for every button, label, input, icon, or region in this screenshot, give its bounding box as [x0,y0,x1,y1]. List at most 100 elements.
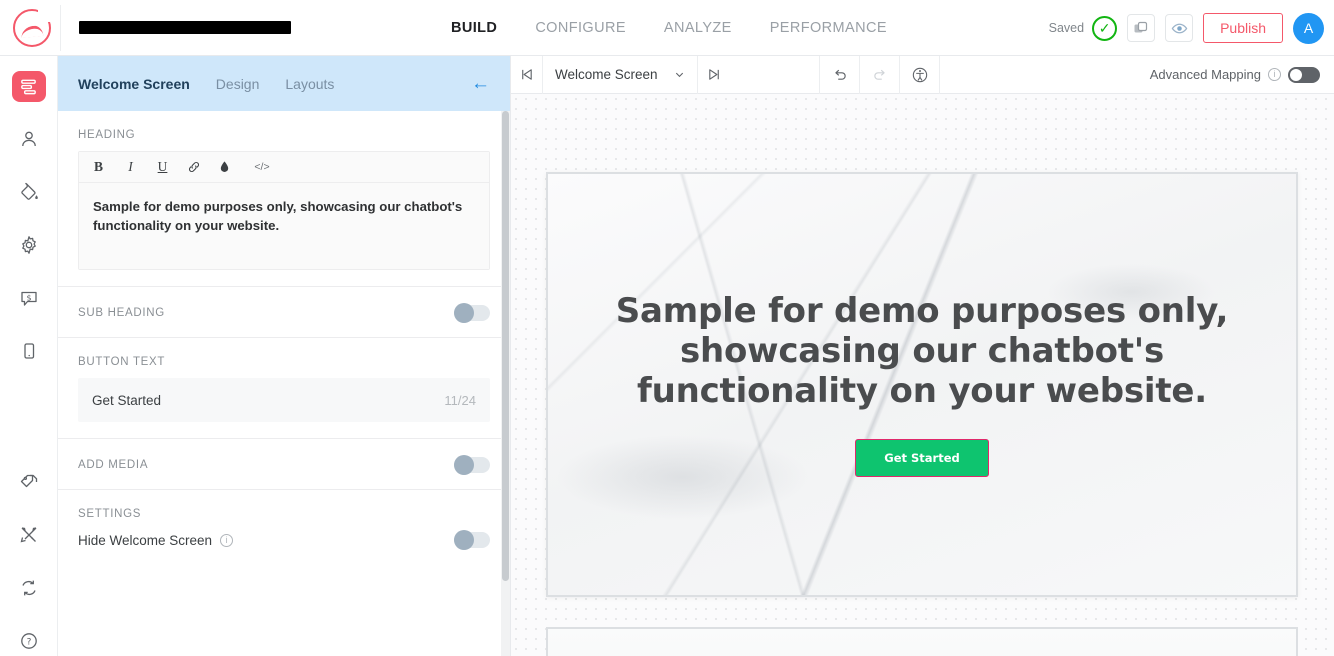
rail-item-sync[interactable] [12,572,46,603]
undo-icon [834,69,846,80]
button-text-input[interactable]: Get Started 11/24 [78,378,490,423]
screen-select[interactable]: Welcome Screen [543,56,698,94]
next-screen-slide-background [548,629,1296,656]
duplicate-button[interactable] [1127,14,1156,42]
rail-item-pricing[interactable]: $ [12,283,46,314]
brand-logo[interactable] [4,8,60,47]
scrollbar-thumb[interactable] [502,111,509,581]
hide-welcome-screen-toggle[interactable] [454,530,490,551]
nav-tab-performance[interactable]: PERFORMANCE [770,20,887,36]
redo-icon [873,69,885,80]
topbar-actions: Saved ✓ Publish A [1049,0,1324,56]
heading-section: HEADING B I U </> Sample for demo purpos… [58,111,510,288]
sync-icon [21,580,36,596]
rail-item-help[interactable]: ? [12,625,46,656]
back-arrow-icon[interactable]: ← [471,74,490,93]
text-color-button[interactable] [219,160,234,174]
skip-next-button[interactable] [698,56,820,94]
sidebar-scrollbar[interactable] [501,111,510,656]
sub-heading-toggle[interactable] [454,303,490,324]
rail-item-theme[interactable] [12,177,46,208]
avatar[interactable]: A [1293,12,1324,44]
editor-sidebar: Welcome Screen Design Layouts ← HEADING … [58,56,511,656]
user-icon [21,131,36,147]
rail-item-layout[interactable] [11,71,46,102]
left-icon-rail: $ ? [0,56,58,656]
sub-heading-section: SUB HEADING [58,287,510,339]
advanced-mapping-info-icon[interactable]: i [1268,68,1281,81]
advanced-mapping-toggle[interactable] [1288,66,1320,83]
advanced-mapping-control: Advanced Mapping i [1149,66,1334,83]
get-started-button[interactable]: Get Started [855,438,989,477]
mobile-icon [23,343,34,359]
next-screen-slide[interactable] [546,627,1298,656]
dollar-message-icon: $ [20,291,37,306]
info-icon[interactable]: i [220,533,234,547]
undo-button[interactable] [820,56,860,94]
heading-rich-text-editor[interactable]: B I U </> Sample for demo purposes only,… [78,151,490,271]
toggle-knob [454,530,474,551]
skip-previous-icon [522,69,532,80]
canvas-toolbar: Welcome Screen Advanced Mapping i [511,56,1334,94]
paint-bucket-icon [20,182,38,201]
link-icon [189,162,199,172]
duplicate-icon [1134,21,1148,33]
accessibility-button[interactable] [900,56,940,94]
toggle-knob [1290,68,1302,81]
rail-item-tools[interactable] [12,519,46,550]
brand-divider [60,4,61,51]
settings-label: SETTINGS [78,508,142,521]
link-button[interactable] [187,160,202,174]
button-text-label: BUTTON TEXT [78,356,166,369]
hide-welcome-screen-label: Hide Welcome Screen [78,532,213,548]
nav-tab-build[interactable]: BUILD [451,20,497,36]
slide-content: Sample for demo purposes only, showcasin… [548,174,1296,595]
publish-button[interactable]: Publish [1203,13,1283,43]
svg-text:$: $ [26,293,31,302]
advanced-mapping-label: Advanced Mapping [1149,67,1261,82]
eye-icon [1171,23,1187,33]
add-media-section: ADD MEDIA [58,439,510,491]
nav-tab-analyze[interactable]: ANALYZE [664,20,732,36]
skip-next-icon [709,69,719,80]
accessibility-icon [912,67,927,82]
screen-select-value: Welcome Screen [555,67,658,82]
logo-gap [38,8,51,22]
sidebar-header: Welcome Screen Design Layouts ← [58,56,510,111]
button-text-value: Get Started [92,392,162,408]
help-icon: ? [20,632,37,649]
code-button[interactable]: </> [251,162,273,173]
rail-item-settings[interactable] [12,230,46,261]
nav-tab-configure[interactable]: CONFIGURE [535,20,626,36]
rail-item-tags[interactable] [12,467,46,498]
preview-button[interactable] [1165,14,1194,42]
redo-button[interactable] [860,56,900,94]
heading-section-label: HEADING [78,129,136,141]
settings-section: SETTINGS Hide Welcome Screen i [58,490,510,564]
add-media-toggle[interactable] [454,455,490,476]
logo-icon [13,8,51,47]
button-text-counter: 11/24 [444,392,476,408]
underline-button[interactable]: U [155,160,170,174]
welcome-screen-slide[interactable]: Sample for demo purposes only, showcasin… [546,172,1298,597]
sidebar-tab-welcome-screen[interactable]: Welcome Screen [78,76,190,92]
sidebar-tab-design[interactable]: Design [216,76,260,92]
toggle-knob [454,303,474,324]
app-root: BUILD CONFIGURE ANALYZE PERFORMANCE Save… [0,0,1334,656]
rail-item-mobile[interactable] [12,335,46,366]
project-title-redacted [79,21,291,34]
rte-toolbar: B I U </> [79,152,489,183]
saved-check-icon: ✓ [1092,15,1118,41]
svg-text:?: ? [26,637,31,647]
heading-text-value[interactable]: Sample for demo purposes only, showcasin… [79,183,489,270]
sidebar-tab-layouts[interactable]: Layouts [285,76,334,92]
skip-previous-button[interactable] [511,56,543,94]
sub-heading-label: SUB HEADING [78,307,165,320]
canvas-stage: Sample for demo purposes only, showcasin… [511,94,1334,656]
bold-button[interactable]: B [91,160,106,174]
tags-icon [20,474,37,488]
sidebar-tabs: Welcome Screen Design Layouts [78,76,334,92]
slide-heading[interactable]: Sample for demo purposes only, showcasin… [602,291,1242,411]
italic-button[interactable]: I [123,160,138,174]
rail-item-user[interactable] [12,124,46,155]
